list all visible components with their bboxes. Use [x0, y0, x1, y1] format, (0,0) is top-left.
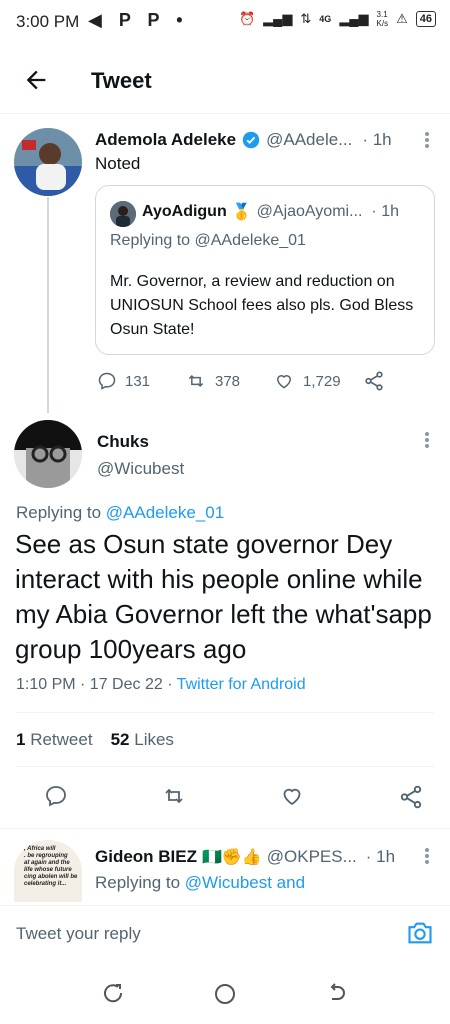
notification-icons: ◀ P P •	[88, 10, 189, 30]
tweet-text: Noted	[95, 154, 141, 173]
tweet-source-link[interactable]: Twitter for Android	[177, 676, 306, 693]
reply-count: 131	[125, 372, 151, 390]
main-tweet-text: See as Osun state governor Dey interact …	[15, 529, 432, 664]
replying-handle-link[interactable]: @AAdeleke_01	[106, 503, 224, 522]
reply-icon[interactable]	[44, 784, 68, 808]
reply-composer: Tweet your reply	[0, 905, 450, 960]
system-icons: ⏰ ▂▄▆ ⇅ 4G ▂▄▆ 3.1 K/s ⚠ 46	[239, 10, 436, 28]
net-speed: 3.1 K/s	[376, 10, 389, 28]
retweets-count: 1	[16, 730, 26, 749]
reply-tweet-header: Gideon BIEZ 🇳🇬✊👍 @OKPES... · 1h	[95, 847, 395, 867]
back-nav-icon[interactable]	[326, 982, 348, 1004]
divider	[0, 828, 450, 829]
divider	[16, 712, 434, 713]
tweet-time: · 1h	[365, 847, 396, 866]
avatar[interactable]	[14, 128, 82, 196]
tweet-meta: 1:10 PM · 17 Dec 22 · Twitter for Androi…	[16, 676, 306, 694]
top-header: Tweet	[0, 44, 450, 114]
medal-icon: 🥇	[231, 204, 252, 221]
battery-indicator: 46	[415, 11, 436, 27]
user-name[interactable]: Chuks	[97, 432, 149, 452]
parent-tweet-header: Ademola Adeleke @AAdele... · 1h	[95, 130, 392, 150]
user-handle: @AjaoAyomi...	[256, 203, 363, 220]
user-handle: @AAdele...	[266, 130, 353, 149]
avatar-image	[14, 420, 82, 488]
reply-action[interactable]: 131	[97, 370, 185, 392]
like-action[interactable]: 1,729	[273, 370, 363, 392]
avatar-image	[14, 128, 82, 196]
status-time: 3:00 PM	[16, 12, 80, 31]
parent-actions: 131 378 1,729	[97, 370, 385, 392]
avatar-image	[110, 201, 136, 227]
warning-icon: ⚠	[396, 11, 408, 26]
retweets-stat[interactable]: 1 Retweet	[16, 730, 93, 750]
share-icon[interactable]	[398, 784, 424, 810]
retweet-action[interactable]: 378	[185, 370, 273, 392]
page-title: Tweet	[91, 68, 152, 93]
camera-icon[interactable]	[406, 920, 434, 946]
data-arrows-icon: ⇅	[300, 11, 312, 26]
home-icon[interactable]	[213, 982, 237, 1006]
replying-prefix: Replying to	[95, 873, 181, 892]
name-emoji: 🇳🇬✊👍	[202, 849, 262, 866]
main-actions	[44, 784, 424, 810]
network-type: 4G	[319, 14, 332, 24]
engagement-stats: 1 Retweet 52 Likes	[16, 730, 174, 750]
replying-handle: @AAdeleke_01	[194, 232, 306, 249]
replying-to: Replying to @Wicubest and	[95, 873, 305, 893]
replying-prefix: Replying to	[16, 503, 102, 522]
heart-icon	[276, 375, 292, 389]
like-count: 1,729	[303, 372, 341, 390]
replying-prefix: Replying to	[110, 232, 191, 249]
retweet-count: 378	[215, 372, 241, 390]
tweet-time: · 1h	[371, 203, 399, 220]
more-options-icon[interactable]	[424, 847, 430, 865]
retweet-icon	[188, 374, 204, 388]
avatar[interactable]: , Africa will . be regrouping at again a…	[14, 840, 82, 902]
user-name: AyoAdigun	[142, 203, 227, 220]
quoted-header: AyoAdigun 🥇 @AjaoAyomi... · 1h	[142, 202, 399, 222]
reply-icon	[98, 372, 116, 390]
avatar	[110, 201, 136, 227]
status-bar: 3:00 PM ◀ P P • ⏰ ▂▄▆ ⇅ 4G ▂▄▆ 3.1 K/s ⚠…	[0, 0, 450, 44]
system-nav-bar	[0, 960, 450, 1024]
tweet-timestamp: 1:10 PM · 17 Dec 22 ·	[16, 676, 173, 693]
heart-icon[interactable]	[279, 784, 305, 808]
verified-badge-icon	[242, 131, 260, 149]
more-options-icon[interactable]	[424, 431, 430, 449]
user-handle: @Wicubest	[97, 459, 185, 478]
thread-connector	[47, 197, 49, 413]
replying-to: Replying to @AAdeleke_01	[16, 503, 224, 523]
retweet-icon[interactable]	[161, 784, 187, 808]
user-name[interactable]: Gideon BIEZ	[95, 847, 197, 867]
divider	[16, 766, 434, 767]
quoted-text: Mr. Governor, a review and reduction on …	[110, 273, 414, 338]
signal-icon-2: ▂▄▆	[339, 11, 369, 26]
avatar-text: , Africa will . be regrouping at again a…	[24, 846, 78, 887]
signal-icon: ▂▄▆	[263, 11, 293, 26]
quoted-tweet[interactable]: AyoAdigun 🥇 @AjaoAyomi... · 1h Replying …	[95, 185, 435, 355]
likes-count: 52	[110, 730, 130, 749]
likes-label: Likes	[134, 730, 174, 749]
reply-input[interactable]: Tweet your reply	[16, 924, 141, 944]
user-handle: @OKPES...	[266, 847, 357, 866]
back-arrow-icon[interactable]	[22, 66, 50, 94]
likes-stat[interactable]: 52 Likes	[111, 730, 174, 750]
replying-to: Replying to @AAdeleke_01	[110, 232, 306, 250]
retweets-label: Retweet	[30, 730, 93, 749]
replying-handle-link[interactable]: @Wicubest and	[185, 873, 305, 892]
user-name[interactable]: Ademola Adeleke	[95, 130, 236, 150]
avatar[interactable]	[14, 420, 82, 488]
recent-apps-icon[interactable]	[102, 982, 124, 1004]
more-options-icon[interactable]	[424, 131, 430, 149]
share-icon[interactable]	[363, 370, 385, 392]
alarm-icon: ⏰	[238, 11, 256, 26]
tweet-time: · 1h	[362, 130, 392, 149]
